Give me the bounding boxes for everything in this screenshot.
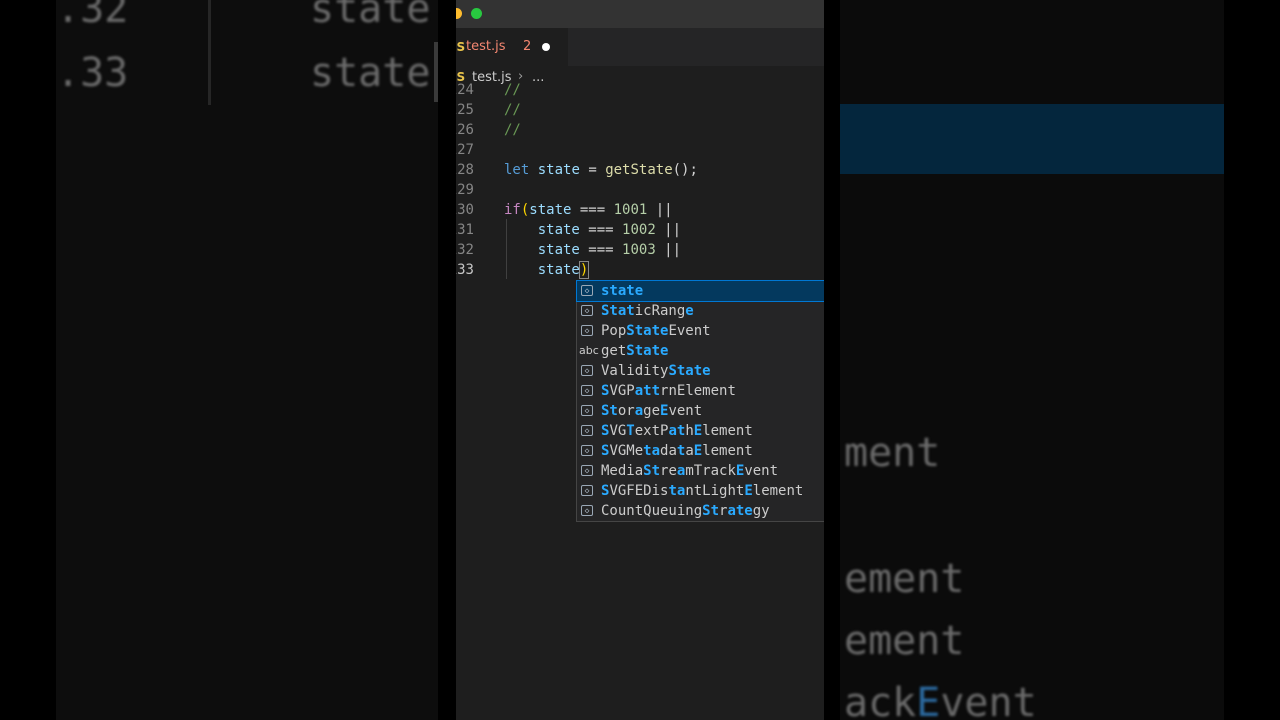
- variable-symbol-icon: ◇: [581, 365, 593, 376]
- code-line: 132 state === 1003 ||: [456, 240, 824, 260]
- suggestion-label: ValidityState: [601, 363, 711, 379]
- background-line-number: .32: [56, 0, 129, 32]
- background-suggest-fragment: ement: [844, 618, 965, 664]
- suggestion-label: SVGMetadataElement: [601, 443, 753, 459]
- suggestion-label: SVGFEDistantLightElement: [601, 483, 804, 499]
- background-suggest-fragment: ment: [844, 430, 941, 476]
- suggestion-label: StaticRange: [601, 303, 694, 319]
- line-number: 125: [456, 102, 474, 118]
- line-number: 124: [456, 82, 474, 98]
- autocomplete-suggestions[interactable]: ◇ state ◇ StaticRange ◇ PopStateEvent abc getSt…: [576, 280, 824, 522]
- code-line: 126 //: [456, 120, 824, 140]
- background-suggest-fragment: ement: [844, 556, 965, 602]
- background-scrollbar: [434, 42, 438, 102]
- background-suggest-fragment: ackEvent: [844, 680, 1037, 720]
- line-number: 127: [456, 142, 474, 158]
- suggestion-item-svgtextpathelement[interactable]: ◇ SVGTextPathElement: [577, 421, 824, 441]
- comment-token: //: [504, 122, 521, 138]
- comment-token: //: [504, 102, 521, 118]
- suggestion-item-getstate[interactable]: abc getState: [577, 341, 824, 361]
- suggestion-label: CountQueuingStrategy: [601, 503, 770, 519]
- suggestion-item-svgmetadataelement[interactable]: ◇ SVGMetadataElement: [577, 441, 824, 461]
- line-number: 131: [456, 222, 474, 238]
- title-bar: [456, 0, 824, 28]
- variable-symbol-icon: ◇: [581, 285, 593, 296]
- code-line: 127: [456, 140, 824, 160]
- suggestion-label: getState: [601, 343, 669, 359]
- suggestion-item-popstateevent[interactable]: ◇ PopStateEvent: [577, 321, 824, 341]
- suggestion-label: PopStateEvent: [601, 323, 711, 339]
- code-line: 129: [456, 180, 824, 200]
- suggestion-item-state[interactable]: ◇ state: [576, 280, 824, 302]
- background-left-blur: .32 state .33 state: [56, 0, 438, 720]
- variable-symbol-icon: ◇: [581, 465, 593, 476]
- variable-symbol-icon: ◇: [581, 445, 593, 456]
- suggestion-item-staticrange[interactable]: ◇ StaticRange: [577, 301, 824, 321]
- variable-symbol-icon: ◇: [581, 385, 593, 396]
- suggestion-item-svgfedistantlightelement[interactable]: ◇ SVGFEDistantLightElement: [577, 481, 824, 501]
- unsaved-dot-icon[interactable]: [542, 43, 550, 51]
- line-number: 130: [456, 202, 474, 218]
- code-line: 130 if(state === 1001 ||: [456, 200, 824, 220]
- problem-count-badge: 2: [523, 39, 532, 54]
- background-right-blur: ment ement ement ackEvent: [840, 0, 1224, 720]
- code-line: 124 //: [456, 80, 824, 100]
- suggestion-item-countqueuingstrategy[interactable]: ◇ CountQueuingStrategy: [577, 501, 824, 521]
- tab-bar: JS test.js 2: [456, 28, 824, 66]
- background-code-text: state: [310, 50, 431, 96]
- suggestion-label: StorageEvent: [601, 403, 703, 419]
- suggestion-item-storageevent[interactable]: ◇ StorageEvent: [577, 401, 824, 421]
- js-file-icon: JS: [456, 40, 466, 54]
- variable-symbol-icon: ◇: [581, 325, 593, 336]
- comment-token: //: [504, 82, 521, 98]
- text-suggestion-icon: abc: [579, 344, 599, 357]
- code-line: 125 //: [456, 100, 824, 120]
- code-line-current: 133 state): [456, 260, 824, 280]
- line-number: 128: [456, 162, 474, 178]
- variable-symbol-icon: ◇: [581, 405, 593, 416]
- code-line: 131 state === 1002 ||: [456, 220, 824, 240]
- line-number: 126: [456, 122, 474, 138]
- background-selection-highlight: [840, 104, 1224, 174]
- suggestion-label: SVGTextPathElement: [601, 423, 753, 439]
- matching-bracket: ): [578, 261, 590, 279]
- line-number: 132: [456, 242, 474, 258]
- maximize-window-button[interactable]: [471, 8, 482, 19]
- variable-symbol-icon: ◇: [581, 305, 593, 316]
- variable-symbol-icon: ◇: [581, 485, 593, 496]
- line-number: 133: [456, 262, 474, 278]
- line-number: 129: [456, 182, 474, 198]
- suggestion-label: state: [601, 283, 644, 299]
- tab-test-js[interactable]: JS test.js 2: [456, 28, 568, 66]
- suggestion-label: SVGPattrnElement: [601, 383, 736, 399]
- background-code-text: state: [310, 0, 431, 32]
- tab-filename: test.js: [466, 39, 506, 54]
- minimize-window-button[interactable]: [456, 8, 462, 19]
- suggestion-item-svgpatternelement[interactable]: ◇ SVGPattrnElement: [577, 381, 824, 401]
- code-line: 128 let state = getState();: [456, 160, 824, 180]
- background-divider: [208, 0, 211, 105]
- background-line-number: .33: [56, 50, 129, 96]
- suggestion-item-mediastreamtrackevent[interactable]: ◇ MediaStreamTrackEvent: [577, 461, 824, 481]
- variable-symbol-icon: ◇: [581, 505, 593, 516]
- suggestion-item-validitystate[interactable]: ◇ ValidityState: [577, 361, 824, 381]
- suggestion-label: MediaStreamTrackEvent: [601, 463, 779, 479]
- variable-symbol-icon: ◇: [581, 425, 593, 436]
- code-editor-window: JS test.js 2 JS test.js › ... 124 // 125…: [456, 0, 824, 720]
